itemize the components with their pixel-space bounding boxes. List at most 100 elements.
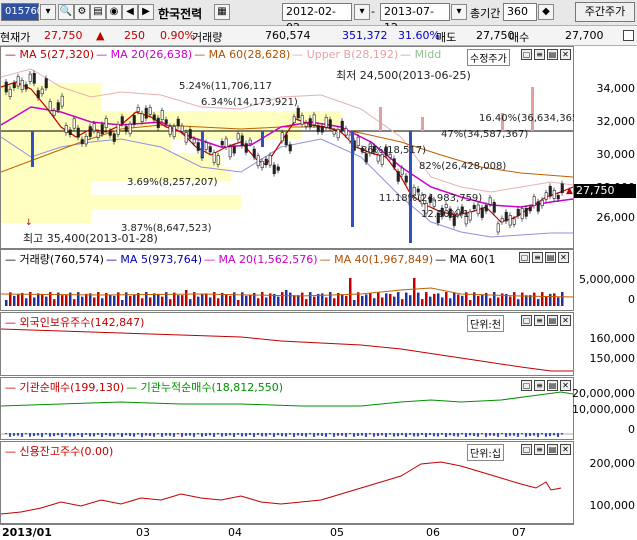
candle	[356, 136, 360, 146]
start-date-field[interactable]: 2012-02-02	[282, 3, 352, 34]
volume-bar	[541, 292, 544, 306]
prev-icon[interactable]: ◀	[122, 4, 138, 20]
search-icon[interactable]: 🔍	[58, 4, 74, 20]
volume-bar	[33, 297, 36, 306]
menu-icon[interactable]: ≡	[534, 380, 545, 391]
info-bar: 현재가 27,750 ▲ 250 0.90% 거래량 760,574 351,3…	[0, 26, 637, 46]
price-panel[interactable]: ▲ ↓ — MA 5(27,320) — MA 20(26,638) — MA 60…	[0, 46, 582, 249]
institution-netbuy-bar	[381, 433, 383, 436]
institution-netbuy-bar	[249, 433, 251, 435]
y-tick-label: 10,000,000	[572, 403, 635, 416]
end-date-dropdown-icon[interactable]: ▾	[451, 4, 467, 20]
institution-panel[interactable]: — 기관순매수(199,130) — 기관누적순매수(18,812,550) ▢ ≡…	[0, 377, 574, 440]
maximize-icon[interactable]: ▢	[521, 49, 532, 60]
maximize-icon[interactable]: ▢	[519, 252, 530, 263]
period-field[interactable]: 360	[503, 3, 537, 21]
settings-icon[interactable]: ▤	[545, 252, 556, 263]
volume-bar	[45, 296, 48, 306]
institution-netbuy-bar	[405, 433, 407, 437]
end-date-field[interactable]: 2013-07-12	[380, 3, 450, 34]
candle	[80, 139, 84, 145]
settings-icon[interactable]: ▤	[547, 380, 558, 391]
institution-netbuy-bar	[413, 433, 415, 437]
institution-netbuy-bar	[425, 433, 427, 437]
volume-bar	[453, 292, 456, 306]
institution-netbuy-bar	[97, 433, 99, 435]
close-icon[interactable]: ✕	[560, 380, 571, 391]
volume-bar	[525, 295, 528, 306]
candle	[28, 73, 32, 82]
candle	[272, 164, 276, 174]
option-checkbox[interactable]	[623, 30, 634, 41]
dropdown-arrow-icon[interactable]: ▾	[40, 4, 56, 20]
maximize-icon[interactable]: ▢	[521, 380, 532, 391]
institution-netbuy-bar	[429, 433, 431, 435]
institution-netbuy-bar	[117, 433, 119, 435]
volume-bar	[369, 292, 372, 306]
candle	[152, 114, 156, 121]
volume-panel[interactable]: — 거래량(760,574) — MA 5(973,764) — MA 20(1,5…	[0, 249, 574, 311]
foreign-holdings-panel[interactable]: — 외국인보유주수(142,847) 단위:천 ▢ ≡ ▤ ✕	[0, 312, 574, 376]
candle	[488, 197, 492, 205]
period-stepper-icon[interactable]: ◆	[538, 4, 554, 20]
candle	[392, 158, 396, 168]
stock-code-field[interactable]: 015760	[1, 3, 43, 21]
institution-netbuy-bar	[21, 433, 23, 437]
volume-bar	[341, 294, 344, 306]
volume-bar	[5, 300, 8, 306]
candle	[196, 142, 200, 151]
start-date-dropdown-icon[interactable]: ▾	[354, 4, 370, 20]
institution-netbuy-bar	[313, 433, 315, 437]
volume-bar	[93, 297, 96, 306]
gear-icon[interactable]: ⚙	[74, 4, 90, 20]
credit-balance-panel[interactable]: — 신용잔고주수(0.00) 단위:십 ▢ ≡ ▤ ✕	[0, 441, 574, 524]
credit-balance-line	[1, 461, 562, 515]
institution-netbuy-bar	[485, 433, 487, 437]
eye-icon[interactable]: ◉	[106, 4, 122, 20]
institution-netbuy-bar	[357, 433, 359, 436]
settings-icon[interactable]: ▤	[547, 444, 558, 455]
volume-bar	[545, 296, 548, 306]
close-icon[interactable]: ✕	[558, 252, 569, 263]
menu-icon[interactable]: ≡	[532, 252, 543, 263]
candle	[340, 120, 344, 132]
candle	[224, 138, 228, 148]
menu-icon[interactable]: ≡	[534, 315, 545, 326]
x-tick-label: 04	[228, 526, 242, 539]
close-icon[interactable]: ✕	[560, 315, 571, 326]
institution-netbuy-bar	[185, 433, 187, 436]
chart-icon[interactable]: ▤	[90, 4, 106, 20]
candle	[380, 154, 384, 165]
menu-icon[interactable]: ≡	[534, 49, 545, 60]
candle	[112, 133, 116, 142]
volume-bar	[281, 292, 284, 306]
candle	[256, 155, 260, 166]
candle	[540, 199, 544, 207]
candle	[144, 107, 148, 119]
volume-spike	[379, 107, 382, 131]
candle	[100, 124, 104, 135]
candle	[268, 155, 272, 166]
fib-label: 6.34%(14,173,921)	[201, 97, 298, 108]
weekly-price-button[interactable]: 주간주가	[575, 2, 635, 22]
candle	[248, 139, 252, 144]
close-icon[interactable]: ✕	[560, 444, 571, 455]
fib-label: 3.87%(8,647,523)	[121, 223, 212, 234]
y-tick-label: 150,000	[589, 352, 636, 365]
settings-icon[interactable]: ▤	[547, 315, 558, 326]
next-icon[interactable]: ▶	[138, 4, 154, 20]
settings-icon[interactable]: ▤	[547, 49, 558, 60]
volume-bar	[521, 292, 524, 306]
memo-icon[interactable]: ▦	[214, 4, 230, 20]
volume-bar	[489, 298, 492, 306]
maximize-icon[interactable]: ▢	[521, 444, 532, 455]
candle	[84, 136, 88, 145]
maximize-icon[interactable]: ▢	[521, 315, 532, 326]
institution-netbuy-bar	[349, 433, 351, 435]
volume-bar	[449, 298, 452, 306]
institution-netbuy-bar	[549, 433, 551, 437]
toolbar: 015760 ▾ 🔍 ⚙ ▤ ◉ ◀ ▶ 한국전력 ▦ 2012-02-02 ▾…	[0, 0, 637, 34]
menu-icon[interactable]: ≡	[534, 444, 545, 455]
close-icon[interactable]: ✕	[560, 49, 571, 60]
candle	[184, 132, 188, 143]
